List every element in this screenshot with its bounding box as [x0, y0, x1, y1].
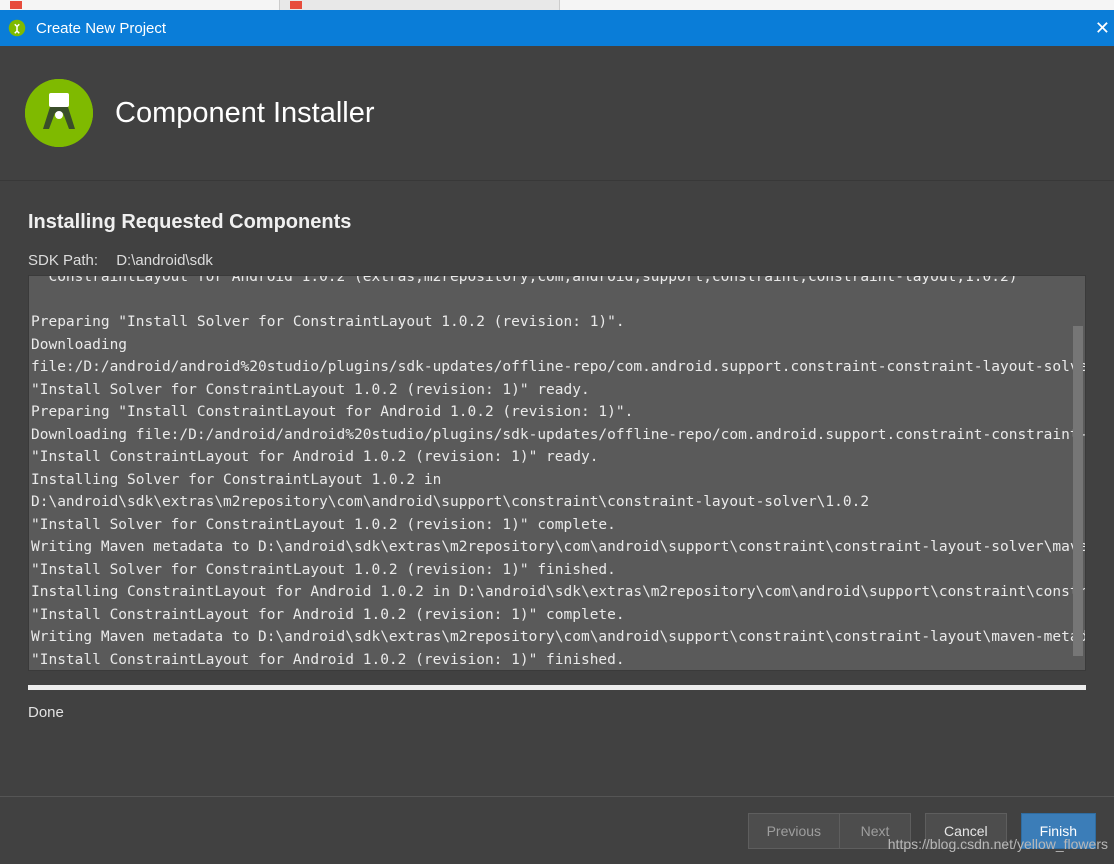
cancel-button[interactable]: Cancel [925, 813, 1007, 849]
bg-tab-2 [280, 0, 560, 10]
android-studio-icon [8, 19, 26, 37]
page-title: Component Installer [115, 97, 375, 130]
background-tabs [0, 0, 1114, 10]
section-heading: Installing Requested Components [28, 211, 1086, 234]
previous-button: Previous [748, 813, 839, 849]
button-bar: Previous Next Cancel Finish [0, 796, 1114, 864]
titlebar: Create New Project ✕ [0, 10, 1114, 46]
status-text: Done [28, 704, 1086, 721]
sdk-path-value: D:\android\sdk [116, 252, 213, 269]
install-log-text: ConstraintLayout for Android 1.0.2 (extr… [31, 275, 1071, 671]
sdk-path-label: SDK Path: [28, 252, 98, 269]
content-area: Installing Requested Components SDK Path… [0, 181, 1114, 721]
scrollbar-thumb[interactable] [1073, 326, 1083, 656]
sdk-path-row: SDK Path: D:\android\sdk [28, 252, 1086, 269]
close-icon[interactable]: ✕ [1095, 18, 1110, 39]
window-title: Create New Project [36, 20, 166, 37]
progress-bar [28, 685, 1086, 690]
finish-button[interactable]: Finish [1021, 813, 1096, 849]
wizard-header: Component Installer [0, 46, 1114, 181]
android-studio-logo [25, 79, 93, 147]
bg-tab-1 [0, 0, 280, 10]
install-log[interactable]: ConstraintLayout for Android 1.0.2 (extr… [28, 275, 1086, 671]
next-button: Next [839, 813, 911, 849]
